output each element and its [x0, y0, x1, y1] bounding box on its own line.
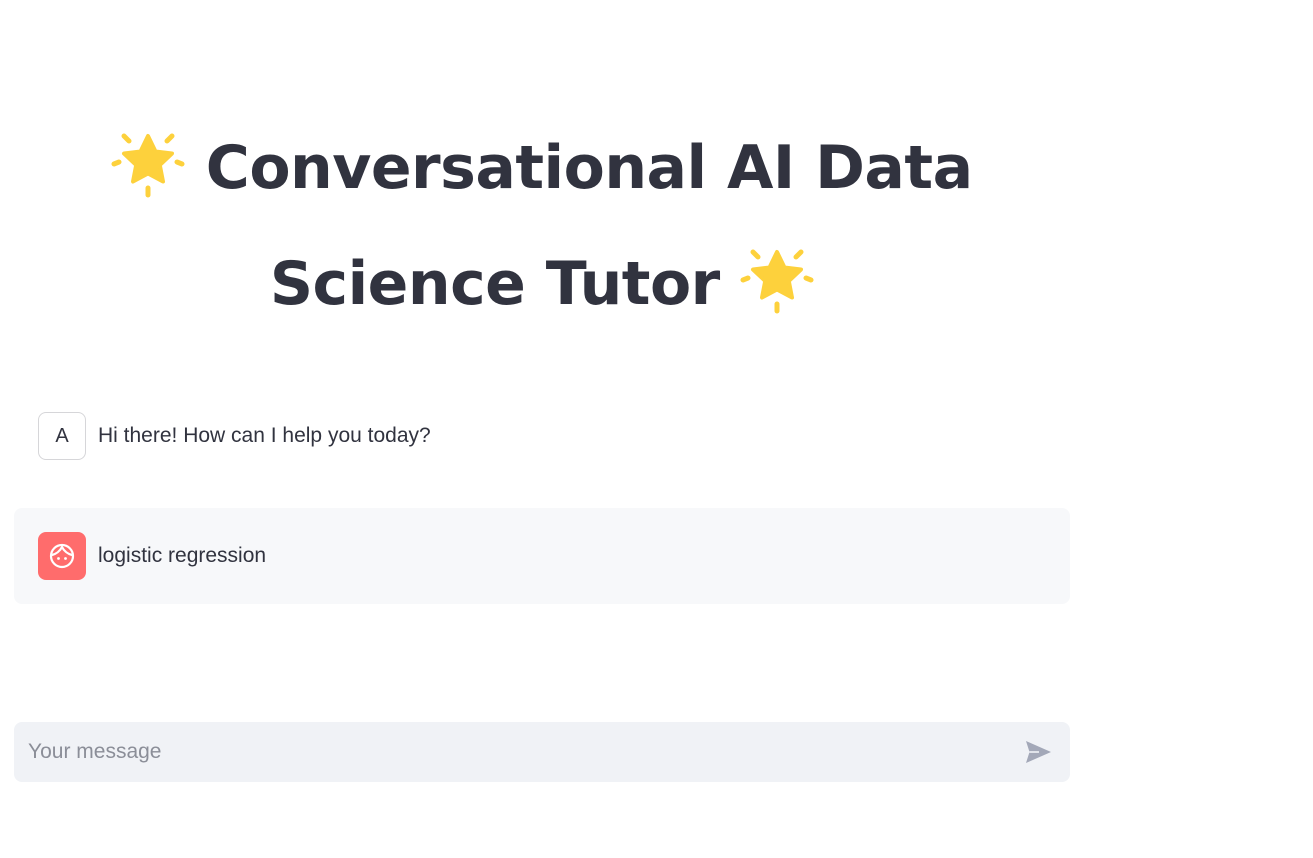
page-title: Conversational AI Data Science Tutor	[14, 110, 1070, 342]
message-text: Hi there! How can I help you today?	[98, 424, 431, 447]
chat-input-container	[14, 722, 1070, 782]
message-input[interactable]	[14, 722, 1016, 782]
user-avatar	[38, 532, 86, 580]
chat-message-assistant: A Hi there! How can I help you today?	[14, 412, 1070, 460]
face-icon	[48, 542, 76, 570]
glowing-star-icon	[111, 124, 185, 198]
send-button[interactable]	[1016, 730, 1060, 774]
title-line-1: Conversational AI Data	[205, 133, 973, 203]
glowing-star-icon	[740, 240, 814, 314]
chat-message-user: logistic regression	[14, 508, 1070, 604]
send-icon	[1023, 737, 1053, 767]
title-line-2: Science Tutor	[269, 249, 720, 319]
assistant-avatar: A	[38, 412, 86, 460]
message-text: logistic regression	[98, 544, 267, 567]
app-page: Conversational AI Data Science Tutor A H…	[0, 0, 1313, 858]
